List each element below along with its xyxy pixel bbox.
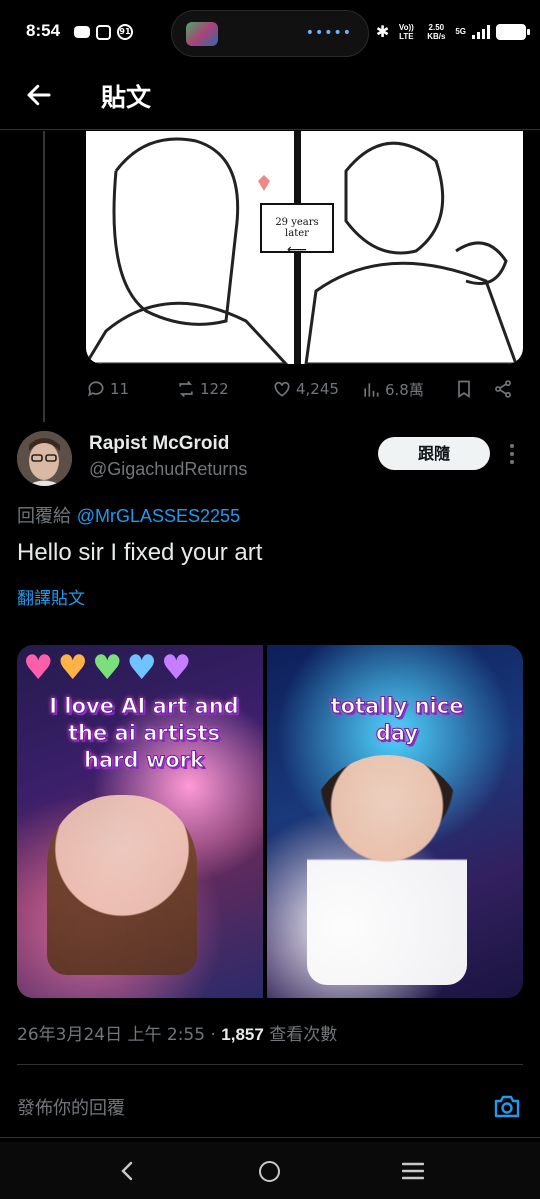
replying-to-line: 回覆給 @MrGLASSES2255 xyxy=(17,502,240,528)
repost-count: 122 xyxy=(200,380,229,398)
anime-girl-figure xyxy=(47,795,197,975)
comic-caption-box: 29 years later ⟵ xyxy=(260,203,334,257)
left-arrow-icon: ⟵ xyxy=(286,242,308,258)
share-action[interactable] xyxy=(493,379,513,399)
anime-boy-figure xyxy=(307,755,467,985)
reply-action[interactable]: 11 xyxy=(86,379,129,399)
status-right-icons: ✱ Vo)) LTE 2.50 KB/s 5G xyxy=(375,22,530,41)
rainbow-hearts-decoration: ♥ ♥ ♥ ♥ ♥ xyxy=(23,648,192,688)
views-count-parent: 6.8萬 xyxy=(385,381,424,399)
like-action[interactable]: 4,245 xyxy=(272,379,339,399)
volte-indicator: Vo)) LTE xyxy=(398,22,414,41)
post-media-grid: ♥ ♥ ♥ ♥ ♥ I love AI art and the ai artists h… xyxy=(17,645,523,998)
status-time: 8:54 xyxy=(26,21,61,40)
page-title: 貼文 xyxy=(101,83,152,112)
post-timestamp: 26年3月24日 上午 2:55 · xyxy=(17,1025,222,1045)
comic-caption: 29 years later xyxy=(275,217,319,239)
translate-post-link[interactable]: 翻譯貼文 xyxy=(17,584,85,609)
top-app-bar: 貼文 xyxy=(0,66,540,130)
parent-post-actions: 11 122 4,245 6.8萬 xyxy=(86,376,526,404)
bookmark-icon xyxy=(458,380,470,399)
reply-icon xyxy=(88,381,104,397)
notification-count-badge: 91 xyxy=(117,24,133,40)
media-image-right[interactable]: totally nice day xyxy=(267,645,523,998)
like-count: 4,245 xyxy=(296,380,339,398)
instagram-icon xyxy=(96,24,111,40)
network-type: 5G xyxy=(455,27,466,36)
reply-composer-input[interactable]: 發佈你的回覆 xyxy=(17,1094,125,1120)
divider xyxy=(0,1137,540,1138)
heart-icon xyxy=(274,381,290,397)
media-image-left[interactable]: ♥ ♥ ♥ ♥ ♥ I love AI art and the ai artists h… xyxy=(17,645,263,998)
more-options-icon[interactable] xyxy=(505,441,519,467)
follow-button[interactable]: 跟隨 xyxy=(378,437,490,470)
signal-icon xyxy=(472,24,490,39)
share-icon xyxy=(495,380,511,398)
battery-icon xyxy=(496,23,530,40)
post-metadata: 26年3月24日 上午 2:55 · 1,857 查看次數 xyxy=(17,1020,337,1045)
left-image-caption: I love AI art and the ai artists hard wo… xyxy=(49,694,239,773)
bookmark-action[interactable] xyxy=(454,379,474,399)
system-navigation-bar xyxy=(0,1142,540,1199)
post-views-label: 查看次數 xyxy=(263,1025,338,1045)
discord-icon xyxy=(74,26,90,38)
divider xyxy=(17,1064,523,1065)
views-action[interactable]: 6.8萬 xyxy=(361,379,424,400)
post-text: Hello sir I fixed your art xyxy=(17,539,263,566)
mention-link[interactable]: @MrGLASSES2255 xyxy=(77,506,240,526)
author-avatar[interactable] xyxy=(17,431,72,486)
views-chart-icon xyxy=(364,382,379,397)
back-arrow-icon[interactable] xyxy=(24,80,54,110)
network-speed: 2.50 KB/s xyxy=(427,22,446,41)
avatar-photo xyxy=(17,431,72,486)
bluetooth-icon: ✱ xyxy=(375,22,390,41)
repost-icon xyxy=(179,380,193,398)
audio-wave-icon: ••••• xyxy=(305,25,352,41)
dynamic-island[interactable]: ••••• xyxy=(171,10,369,57)
nav-home-icon[interactable] xyxy=(259,1161,280,1182)
status-bar: 8:54 91 ••••• ✱ Vo)) LTE 2.50 KB/s 5G xyxy=(0,0,540,66)
author-name[interactable]: Rapist McGroid xyxy=(89,433,229,455)
right-image-caption: totally nice day xyxy=(330,694,464,746)
reply-count: 11 xyxy=(110,380,130,398)
thread-connector-line xyxy=(43,131,45,422)
media-thumbnail xyxy=(186,22,218,46)
replying-prefix: 回覆給 xyxy=(17,506,71,527)
post-views-count[interactable]: 1,857 xyxy=(221,1025,264,1044)
nav-back-icon[interactable] xyxy=(118,1160,136,1182)
parent-post-image[interactable]: 29 years later ⟵ xyxy=(86,131,523,364)
author-handle[interactable]: @GigachudReturns xyxy=(89,459,247,480)
repost-action[interactable]: 122 xyxy=(176,379,229,399)
camera-icon[interactable] xyxy=(493,1093,521,1119)
status-notification-icons: 91 xyxy=(74,24,133,40)
nav-recent-apps-icon[interactable] xyxy=(402,1162,424,1180)
